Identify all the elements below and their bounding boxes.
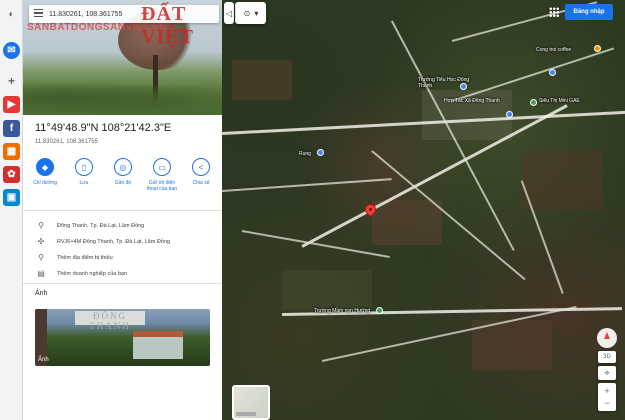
road: [451, 47, 614, 102]
map-label-cafe[interactable]: Cong troi coffee: [536, 47, 571, 53]
my-location-icon: ⌖: [604, 367, 610, 378]
collapse-icon: ◁: [225, 8, 233, 18]
chevron-down-icon: ▾: [254, 8, 259, 18]
messenger-icon[interactable]: ✉: [3, 42, 20, 59]
map-label-school[interactable]: Trường Tiểu Học Đông Thanh: [418, 77, 470, 90]
action-label: Chia sẻ: [192, 180, 210, 186]
satellite-map[interactable]: Cong troi coffee Trường Tiểu Học Đông Th…: [222, 0, 625, 420]
add-extension-icon[interactable]: +: [3, 72, 20, 89]
3d-toggle[interactable]: 3D: [598, 351, 616, 363]
action-label: Gần đó: [114, 180, 132, 186]
apps-grid-icon[interactable]: [549, 7, 559, 17]
layer-chip[interactable]: ⊙ ▾: [236, 2, 266, 24]
action-buttons: ◆ Chỉ đường ▯ Lưu ◎ Gần đó ▭ Gửi tới điện thoại…: [29, 158, 217, 193]
3d-label: 3D: [603, 354, 611, 360]
my-location-button[interactable]: ⌖: [598, 366, 616, 380]
field-patch: [232, 60, 292, 100]
place-photo[interactable]: ĐÔNG THANH Ảnh: [35, 309, 210, 366]
place-hero-image: SANBATDONGSANVIET.VN 11.830261, 108.3617…: [23, 0, 222, 115]
browser-extension-strip: ◐ ✉ + ▶ f ▦ ✿ ▣: [0, 0, 23, 420]
location-icon: ⊙: [243, 8, 251, 18]
facebook-icon[interactable]: f: [3, 120, 20, 137]
nearby-icon: ◎: [114, 158, 132, 176]
compass-needle-icon: [604, 331, 610, 339]
photos-section-label: Ảnh: [35, 290, 48, 297]
location-pin-icon: ⚲: [38, 221, 44, 230]
market-poi-icon[interactable]: [530, 99, 537, 106]
edge-icon[interactable]: ◐: [3, 6, 20, 23]
photo-sign: ĐÔNG THANH: [75, 311, 145, 331]
action-label: Chỉ đường: [33, 180, 57, 186]
plus-code-row[interactable]: ✣ RVJ6+4M Đông Thanh, Tp. Đà Lạt, Lâm Đồ…: [35, 237, 170, 246]
map-label-rung[interactable]: Rung: [299, 151, 311, 157]
add-missing-place-row[interactable]: ⚲ Thêm địa điểm bị thiếu: [35, 253, 113, 262]
road: [222, 178, 392, 192]
place-decimal-coords: 11.830261, 108.361755: [35, 139, 98, 145]
collapse-panel-button[interactable]: ◁: [224, 2, 234, 24]
plus-code-icon: ✣: [37, 237, 45, 246]
menu-icon[interactable]: [34, 9, 43, 17]
place-title-coords: 11°49'48.9"N 108°21'42.3"E: [35, 122, 172, 134]
action-label: Lưu: [79, 180, 89, 186]
address-row[interactable]: ⚲ Đông Thanh, Tp. Đà Lạt, Lâm Đồng: [35, 221, 144, 230]
photo-building: [133, 331, 183, 359]
zoom-in-icon[interactable]: +: [604, 385, 609, 397]
bookmark-icon: ▯: [75, 158, 93, 176]
games-icon[interactable]: ✿: [3, 166, 20, 183]
hero-foliage: [23, 78, 222, 115]
action-nearby-button[interactable]: ◎ Gần đó: [107, 158, 139, 193]
directions-icon: ◆: [36, 158, 54, 176]
send-to-phone-icon: ▭: [153, 158, 171, 176]
action-label: Gửi tới điện thoại của bạn: [146, 180, 178, 193]
cafe-poi-icon[interactable]: [594, 45, 601, 52]
search-query: 11.830261, 108.361755: [49, 10, 123, 18]
address-text: Đông Thanh, Tp. Đà Lạt, Lâm Đồng: [57, 222, 145, 229]
zoom-controls: + −: [598, 383, 616, 411]
add-place-icon: ⚲: [38, 253, 44, 262]
layers-thumbnail[interactable]: [232, 385, 270, 420]
thumbnail-bar: [236, 412, 256, 416]
signin-button[interactable]: Đăng nhập: [565, 4, 613, 20]
map-label-school2[interactable]: Trường Mầm non Hướng: [314, 308, 370, 314]
poi-icon[interactable]: [506, 111, 513, 118]
field-patch: [372, 200, 442, 245]
plus-code-text: RVJ6+4M Đông Thanh, Tp. Đà Lạt, Lâm Đồng: [57, 238, 170, 245]
calendar-icon[interactable]: ▦: [3, 143, 20, 160]
divider: [23, 210, 222, 211]
place-side-panel: SANBATDONGSANVIET.VN 11.830261, 108.3617…: [23, 0, 222, 420]
photo-tag: Ảnh: [38, 357, 49, 363]
youtube-icon[interactable]: ▶: [3, 96, 20, 113]
field-patch: [522, 150, 602, 210]
poi-icon[interactable]: [549, 69, 556, 76]
store-icon: ▤: [37, 269, 45, 278]
divider: [23, 283, 222, 284]
action-send-to-phone-button[interactable]: ▭ Gửi tới điện thoại của bạn: [146, 158, 178, 193]
road: [241, 230, 390, 258]
field-patch: [282, 270, 372, 310]
watermark-brand: ĐẤT VIỆT: [141, 3, 194, 48]
action-bookmark-button[interactable]: ▯ Lưu: [68, 158, 100, 193]
action-share-button[interactable]: < Chia sẻ: [185, 158, 217, 193]
add-missing-place-text: Thêm địa điểm bị thiếu: [57, 254, 113, 261]
map-label-market[interactable]: Siêu Thị Mini GAE: [539, 98, 580, 104]
tv-icon[interactable]: ▣: [3, 189, 20, 206]
action-directions-button[interactable]: ◆ Chỉ đường: [29, 158, 61, 193]
compass-control[interactable]: [597, 328, 617, 348]
add-business-text: Thêm doanh nghiệp của bạn: [57, 270, 128, 277]
poi-icon[interactable]: [317, 149, 324, 156]
map-label-coop[interactable]: Hợp Tác Xã Đông Thanh: [444, 98, 500, 104]
field-patch: [472, 320, 552, 370]
add-business-row[interactable]: ▤ Thêm doanh nghiệp của bạn: [35, 269, 127, 278]
share-icon: <: [192, 158, 210, 176]
zoom-out-icon[interactable]: −: [604, 397, 609, 409]
school-poi-icon[interactable]: [376, 307, 383, 314]
